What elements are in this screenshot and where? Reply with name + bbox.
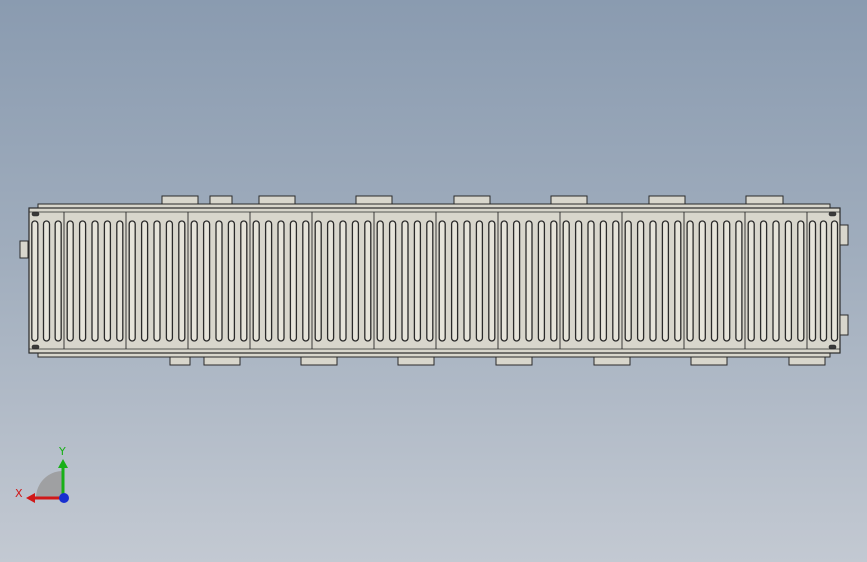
corner-screw [31,211,40,217]
x-axis-label: X [15,487,23,500]
ventilation-slot [723,220,731,342]
ventilation-slot [649,220,657,342]
ventilation-slot [202,220,211,342]
ventilation-slot [78,220,87,342]
y-axis-arrow [58,459,68,468]
ventilation-slot [413,220,422,342]
ventilation-slot [537,220,546,342]
corner-screw [828,344,837,350]
ventilation-slot [339,220,347,342]
ventilation-slot [550,220,558,342]
ventilation-slot [747,220,755,342]
ventilation-slot [612,220,620,342]
ventilation-slot [587,220,595,342]
ventilation-slot [302,220,310,342]
ventilation-slot [264,220,273,342]
ventilation-slot [599,220,608,342]
ventilation-slot [772,220,780,342]
ventilation-slot [475,220,484,342]
ventilation-slot [698,220,706,342]
ventilation-slot [31,220,39,342]
ventilation-slot [326,220,335,342]
cad-3d-viewport[interactable]: X Y [0,0,867,562]
corner-screw [828,211,837,217]
ventilation-slot [674,220,682,342]
ventilation-slot [830,220,839,342]
left-end-connector [19,240,29,259]
ventilation-slot [450,220,459,342]
ventilation-slot [463,220,471,342]
ventilation-slot [376,220,384,342]
ventilation-slot [438,220,446,342]
ventilation-slot [784,220,793,342]
ventilation-slot [562,220,570,342]
ventilation-slot [66,220,74,342]
x-axis-arrow [26,493,35,503]
ventilation-slot [574,220,583,342]
ventilation-slot [819,220,828,342]
ventilation-slot [661,220,670,342]
ventilation-slot [401,220,409,342]
coordinate-triad: X Y [15,445,69,503]
ventilation-slot [624,220,632,342]
ventilation-slot [512,220,521,342]
ventilation-slot [289,220,298,342]
ventilation-slot [153,220,161,342]
z-axis-dot [59,493,69,503]
ventilation-slot [54,220,62,342]
ventilation-slot [314,220,322,342]
ventilation-slot [426,220,434,342]
ventilation-slot [190,220,198,342]
ventilation-slot [710,220,719,342]
ventilation-slot [42,220,51,342]
corner-screw [31,344,40,350]
ventilation-slot [103,220,112,342]
conveyor-body [28,207,841,354]
ventilation-slot [277,220,285,342]
ventilation-slot [797,220,805,342]
ventilation-slot [686,220,694,342]
ventilation-slot [215,220,223,342]
ventilation-slot [240,220,248,342]
ventilation-slot [488,220,496,342]
right-end-connector-bottom [839,314,849,336]
ventilation-slot [252,220,260,342]
ventilation-slot [140,220,149,342]
ventilation-slot [808,220,817,342]
ventilation-slot [525,220,533,342]
conveyor-model[interactable] [19,195,849,366]
ventilation-slot [116,220,124,342]
ventilation-slot [91,220,99,342]
ventilation-slot [351,220,360,342]
ventilation-slot [178,220,186,342]
ventilation-slot [759,220,768,342]
ventilation-slot [128,220,136,342]
ventilation-slot [735,220,743,342]
ventilation-slot [165,220,174,342]
y-axis-label: Y [58,445,66,458]
ventilation-slot [500,220,508,342]
triad-plane-sector [36,471,63,498]
ventilation-slot [636,220,645,342]
ventilation-slot [388,220,397,342]
right-end-connector-top [839,224,849,246]
ventilation-slot [364,220,372,342]
ventilation-slot [227,220,236,342]
